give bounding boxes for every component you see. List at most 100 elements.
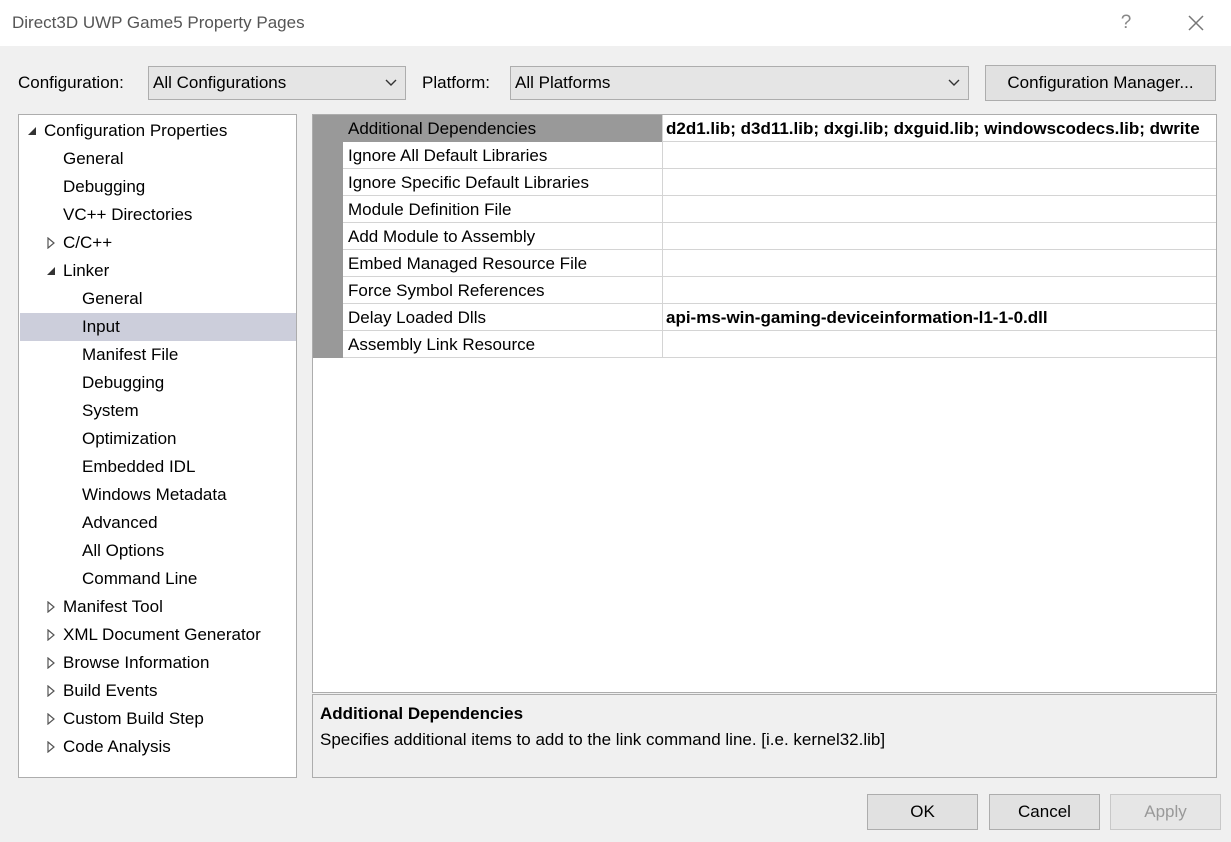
row-gutter <box>313 331 343 358</box>
cancel-button[interactable]: Cancel <box>989 794 1100 830</box>
property-name: Assembly Link Resource <box>343 331 663 358</box>
tree-item[interactable]: Custom Build Step <box>20 705 296 733</box>
tree-item[interactable]: Manifest File <box>20 341 296 369</box>
tree-item-label: XML Document Generator <box>63 625 261 644</box>
property-name: Module Definition File <box>343 196 663 223</box>
property-value[interactable] <box>663 142 1216 169</box>
tree-item-label: System <box>82 401 139 420</box>
property-row[interactable]: Ignore Specific Default Libraries <box>313 169 1216 196</box>
tree-item-label: Input <box>82 317 120 336</box>
row-gutter <box>313 196 343 223</box>
property-value[interactable]: api-ms-win-gaming-deviceinformation-l1-1… <box>663 304 1216 331</box>
property-name: Ignore All Default Libraries <box>343 142 663 169</box>
property-value[interactable] <box>663 169 1216 196</box>
property-name: Ignore Specific Default Libraries <box>343 169 663 196</box>
tree-item[interactable]: Command Line <box>20 565 296 593</box>
apply-button[interactable]: Apply <box>1110 794 1221 830</box>
tree-item[interactable]: Windows Metadata <box>20 481 296 509</box>
property-row[interactable]: Embed Managed Resource File <box>313 250 1216 277</box>
tree-item-label: Manifest Tool <box>63 597 163 616</box>
property-value[interactable]: d2d1.lib; d3d11.lib; dxgi.lib; dxguid.li… <box>663 115 1216 142</box>
row-gutter <box>313 304 343 331</box>
close-button[interactable] <box>1176 6 1216 40</box>
property-value[interactable] <box>663 331 1216 358</box>
configuration-label: Configuration: <box>18 73 124 92</box>
property-row[interactable]: Module Definition File <box>313 196 1216 223</box>
description-text: Specifies additional items to add to the… <box>320 730 886 749</box>
row-gutter <box>313 115 343 142</box>
tree-item[interactable]: Optimization <box>20 425 296 453</box>
configuration-manager-button[interactable]: Configuration Manager... <box>985 65 1216 101</box>
property-name: Add Module to Assembly <box>343 223 663 250</box>
tree-item[interactable]: Input <box>20 313 296 341</box>
collapsed-arrow-icon[interactable] <box>45 657 57 669</box>
tree-item-label: All Options <box>82 541 165 560</box>
tree-item-label: Manifest File <box>82 345 179 364</box>
collapsed-arrow-icon[interactable] <box>45 713 57 725</box>
question-mark-icon: ? <box>1120 12 1132 33</box>
tree-item[interactable]: General <box>20 145 296 173</box>
property-row[interactable]: Delay Loaded Dlls api-ms-win-gaming-devic… <box>313 304 1216 331</box>
collapsed-arrow-icon[interactable] <box>45 629 57 641</box>
property-value[interactable] <box>663 250 1216 277</box>
expanded-arrow-icon[interactable] <box>45 265 57 277</box>
property-row[interactable]: Force Symbol References <box>313 277 1216 304</box>
property-row[interactable]: Ignore All Default Libraries <box>313 142 1216 169</box>
row-gutter <box>313 223 343 250</box>
tree-item[interactable]: System <box>20 397 296 425</box>
description-title: Additional Dependencies <box>320 704 524 723</box>
property-row[interactable]: Add Module to Assembly <box>313 223 1216 250</box>
property-name: Force Symbol References <box>343 277 663 304</box>
property-value[interactable] <box>663 277 1216 304</box>
platform-label: Platform: <box>422 73 491 92</box>
tree-item[interactable]: Advanced <box>20 509 296 537</box>
tree-item[interactable]: Manifest Tool <box>20 593 296 621</box>
tree-item[interactable]: All Options <box>20 537 296 565</box>
tree-item[interactable]: Configuration Properties <box>20 117 296 145</box>
platform-value: All Platforms <box>515 73 611 92</box>
collapsed-arrow-icon[interactable] <box>45 601 57 613</box>
tree-item[interactable]: Build Events <box>20 677 296 705</box>
configuration-dropdown[interactable]: All Configurations <box>148 66 406 100</box>
row-gutter <box>313 142 343 169</box>
tree-item[interactable]: General <box>20 285 296 313</box>
tree-item-label: Command Line <box>82 569 198 588</box>
chevron-down-icon <box>940 67 968 99</box>
collapsed-arrow-icon[interactable] <box>45 741 57 753</box>
tree-item[interactable]: Debugging <box>20 369 296 397</box>
property-name: Additional Dependencies <box>343 115 663 142</box>
tree-item[interactable]: Browse Information <box>20 649 296 677</box>
tree-item-label: Windows Metadata <box>82 485 227 504</box>
property-value[interactable] <box>663 196 1216 223</box>
tree-item[interactable]: XML Document Generator <box>20 621 296 649</box>
tree-item-label: Linker <box>63 261 110 280</box>
platform-dropdown[interactable]: All Platforms <box>510 66 969 100</box>
property-value[interactable] <box>663 223 1216 250</box>
property-row[interactable]: Assembly Link Resource <box>313 331 1216 358</box>
tree-item-label: C/C++ <box>63 233 113 252</box>
tree-item[interactable]: Linker <box>20 257 296 285</box>
tree-item-label: Configuration Properties <box>44 121 228 140</box>
collapsed-arrow-icon[interactable] <box>45 685 57 697</box>
chevron-down-icon <box>377 67 405 99</box>
row-gutter <box>313 277 343 304</box>
tree-item[interactable]: C/C++ <box>20 229 296 257</box>
tree-item-label: Debugging <box>63 177 146 196</box>
row-gutter <box>313 169 343 196</box>
row-gutter <box>313 250 343 277</box>
tree-item-label: General <box>82 289 143 308</box>
tree-item[interactable]: VC++ Directories <box>20 201 296 229</box>
property-name: Embed Managed Resource File <box>343 250 663 277</box>
collapsed-arrow-icon[interactable] <box>45 237 57 249</box>
ok-button[interactable]: OK <box>867 794 978 830</box>
tree-item-label: Advanced <box>82 513 158 532</box>
window-title: Direct3D UWP Game5 Property Pages <box>12 13 305 32</box>
tree-item[interactable]: Code Analysis <box>20 733 296 761</box>
property-tree: Configuration Properties General Debugging… <box>18 114 297 778</box>
tree-item-label: VC++ Directories <box>63 205 193 224</box>
property-row[interactable]: Additional Dependencies d2d1.lib; d3d11.l… <box>313 115 1216 142</box>
tree-item[interactable]: Embedded IDL <box>20 453 296 481</box>
help-button[interactable]: ? <box>1106 6 1146 40</box>
expanded-arrow-icon[interactable] <box>26 125 38 137</box>
tree-item[interactable]: Debugging <box>20 173 296 201</box>
